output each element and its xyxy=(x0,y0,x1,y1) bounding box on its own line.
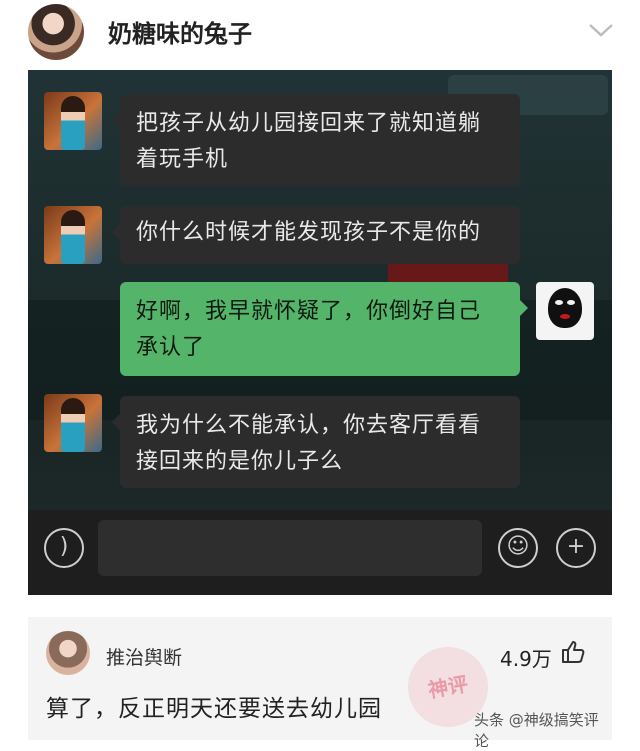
message-line: 你什么时候才能发现孩子不是你的 xyxy=(136,220,482,245)
contact-avatar[interactable] xyxy=(44,206,102,264)
message-line: 着玩手机 xyxy=(136,147,229,172)
message-line: 把孩子从幼儿园接回来了就知道躺 xyxy=(136,111,482,136)
like-count: 4.9万 xyxy=(500,647,552,671)
contact-avatar[interactable] xyxy=(44,394,102,452)
commenter-name[interactable]: 推治舆断 xyxy=(106,643,182,670)
message-bubble-right: 好啊，我早就怀疑了，你倒好自己 承认了 xyxy=(120,282,528,376)
plus-icon[interactable]: + xyxy=(556,528,596,568)
thumbs-up-icon[interactable] xyxy=(560,639,586,665)
chat-screenshot: 把孩子从幼儿园接回来了就知道躺 着玩手机 你什么时候才能发现孩子不是你的 好啊，… xyxy=(28,70,612,595)
message-input[interactable] xyxy=(98,520,482,576)
message-bubble-left: 我为什么不能承认，你去客厅看看 接回来的是你儿子么 xyxy=(112,396,520,488)
message-line: 接回来的是你儿子么 xyxy=(136,449,344,474)
message-line: 好啊，我早就怀疑了，你倒好自己 xyxy=(136,299,482,324)
message-bubble-left: 把孩子从幼儿园接回来了就知道躺 着玩手机 xyxy=(112,94,520,186)
message-line: 承认了 xyxy=(136,335,206,360)
message-line: 我为什么不能承认，你去客厅看看 xyxy=(136,413,482,438)
voice-icon[interactable]: ) xyxy=(44,528,84,568)
post-header: 奶糖味的兔子 xyxy=(0,0,640,70)
chevron-down-icon[interactable] xyxy=(586,18,616,42)
user-avatar[interactable] xyxy=(28,4,84,60)
comment-card: 推治舆断 神评 4.9万 算了，反正明天还要送去幼儿园 头条 @神级搞笑评论 xyxy=(28,617,612,750)
username[interactable]: 奶糖味的兔子 xyxy=(108,14,252,49)
my-avatar[interactable] xyxy=(536,282,594,340)
emoji-icon[interactable]: ☺ xyxy=(498,528,538,568)
commenter-avatar[interactable] xyxy=(46,631,90,675)
comment-text: 算了，反正明天还要送去幼儿园 xyxy=(46,696,382,722)
watermark: 头条 @神级搞笑评论 xyxy=(474,711,599,750)
contact-avatar[interactable] xyxy=(44,92,102,150)
message-bubble-left: 你什么时候才能发现孩子不是你的 xyxy=(112,206,520,264)
chat-input-bar: ) ☺ + xyxy=(28,510,612,595)
divider xyxy=(0,595,640,617)
